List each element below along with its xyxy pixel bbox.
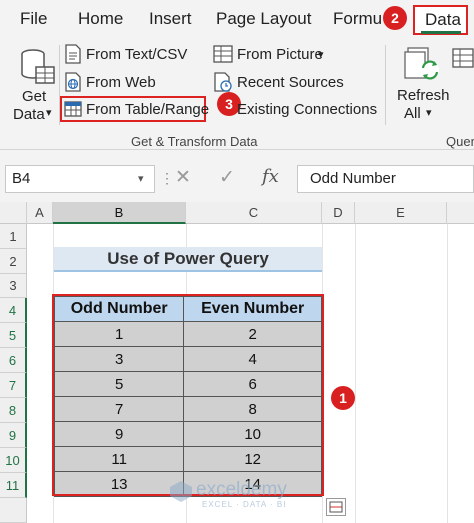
- recent-sources-icon: [213, 72, 233, 97]
- select-all-corner[interactable]: [0, 202, 27, 224]
- row-header[interactable]: 7: [0, 373, 27, 398]
- refresh-all-label-2[interactable]: All: [404, 105, 421, 122]
- cancel-icon[interactable]: ✕: [175, 166, 191, 189]
- from-text-csv-button[interactable]: From Text/CSV: [86, 46, 187, 63]
- existing-connections-button[interactable]: Existing Connections: [237, 101, 377, 118]
- chevron-down-icon[interactable]: ▾: [138, 172, 144, 185]
- get-data-icon[interactable]: [20, 47, 56, 92]
- watermark-tagline: EXCEL · DATA · BI: [202, 500, 287, 509]
- group-label: Get & Transform Data: [131, 134, 258, 149]
- row-header[interactable]: 10: [0, 448, 27, 473]
- menu-data[interactable]: Data: [425, 10, 461, 30]
- watermark-logo-icon: [168, 479, 194, 508]
- active-tab-underline: [421, 31, 461, 34]
- from-web-button[interactable]: From Web: [86, 74, 156, 91]
- get-data-label-1[interactable]: Get: [22, 88, 46, 105]
- confirm-icon[interactable]: ✓: [219, 166, 235, 189]
- chevron-down-icon[interactable]: ▾: [46, 106, 52, 119]
- menu-home[interactable]: Home: [78, 9, 123, 29]
- row-header[interactable]: 8: [0, 398, 27, 423]
- chevron-down-icon[interactable]: ▾: [318, 48, 324, 61]
- row-header[interactable]: 1: [0, 224, 27, 249]
- queries-icon[interactable]: [452, 48, 474, 73]
- row-header[interactable]: [0, 498, 27, 523]
- column-headers: A B C D E: [0, 202, 474, 224]
- row-header[interactable]: 11: [0, 473, 27, 498]
- row-header[interactable]: 3: [0, 274, 27, 298]
- from-picture-button[interactable]: From Picture: [237, 46, 323, 63]
- row-header[interactable]: 5: [0, 323, 27, 348]
- gridline: [447, 224, 448, 523]
- row-header[interactable]: 6: [0, 348, 27, 373]
- gridline: [355, 224, 356, 523]
- watermark-text: exceldemy: [196, 479, 287, 500]
- name-box-value: B4: [12, 170, 31, 187]
- step-badge-2: 2: [383, 6, 407, 30]
- formula-value: Odd Number: [310, 170, 396, 187]
- menu-file[interactable]: File: [20, 9, 47, 29]
- row-header[interactable]: 9: [0, 423, 27, 448]
- table-icon: [64, 101, 82, 122]
- column-header-d[interactable]: D: [322, 202, 355, 224]
- column-header-e[interactable]: E: [355, 202, 447, 224]
- ribbon-separator: [385, 45, 386, 125]
- from-table-range-button[interactable]: From Table/Range: [86, 101, 209, 118]
- name-box[interactable]: B4: [5, 165, 155, 193]
- column-header-c[interactable]: C: [186, 202, 322, 224]
- next-group-label: Quer: [446, 134, 474, 149]
- chevron-down-icon[interactable]: ▾: [426, 106, 432, 119]
- menu-page-layout[interactable]: Page Layout: [216, 9, 311, 29]
- recent-sources-button[interactable]: Recent Sources: [237, 74, 344, 91]
- refresh-all-label-1[interactable]: Refresh: [397, 87, 450, 104]
- menu-insert[interactable]: Insert: [149, 9, 192, 29]
- row-header[interactable]: 2: [0, 249, 27, 274]
- sheet-title-cell[interactable]: Use of Power Query: [54, 247, 322, 272]
- row-header[interactable]: 4: [0, 298, 27, 323]
- refresh-icon[interactable]: [404, 46, 444, 89]
- formula-input[interactable]: Odd Number: [297, 165, 474, 193]
- web-icon: [64, 72, 82, 97]
- column-header-b[interactable]: B: [53, 202, 186, 224]
- grip-icon: ⋮: [160, 170, 174, 186]
- quick-analysis-icon[interactable]: [326, 498, 346, 516]
- menu-formulas[interactable]: Formu: [333, 9, 382, 29]
- get-data-label-2[interactable]: Data: [13, 106, 45, 123]
- picture-icon: [213, 44, 233, 69]
- step-badge-1: 1: [331, 386, 355, 410]
- function-icon[interactable]: fx: [262, 166, 279, 187]
- column-header-a[interactable]: A: [27, 202, 53, 224]
- table-selection-highlight: [52, 294, 324, 496]
- text-csv-icon: [64, 44, 82, 69]
